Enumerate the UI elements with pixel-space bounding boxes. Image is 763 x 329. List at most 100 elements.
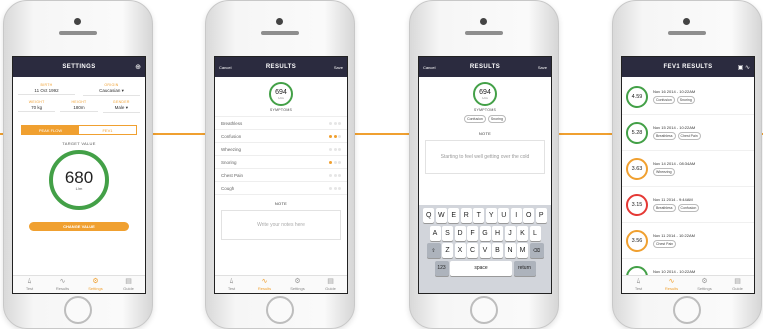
tab-results[interactable]: ∿ Results: [46, 276, 79, 293]
symptom-row[interactable]: Chest Pain: [215, 169, 347, 182]
symptom-row[interactable]: Wheezing: [215, 143, 347, 156]
key-w[interactable]: W: [435, 208, 447, 223]
save-button[interactable]: Save: [321, 65, 343, 70]
severity-dot: [329, 186, 332, 190]
key-g[interactable]: G: [479, 225, 491, 241]
tab-test[interactable]: ﾑ Test: [215, 276, 248, 293]
key-j[interactable]: J: [504, 225, 516, 241]
key-b[interactable]: B: [492, 243, 503, 258]
tab-guide[interactable]: ▤ Guide: [314, 276, 347, 293]
phone-results-keyboard: Cancel RESULTS Save 694 L/m SYMPTOMS Con…: [409, 0, 559, 329]
key-t[interactable]: T: [473, 208, 485, 223]
severity-dot: [333, 186, 337, 190]
tab-settings[interactable]: ⚙ Settings: [688, 276, 721, 293]
change-value-button[interactable]: CHANGE VALUE: [29, 222, 129, 231]
symptom-name: Cough: [221, 185, 235, 191]
severity-dots[interactable]: [329, 121, 341, 125]
segment-fev1[interactable]: FEV1: [79, 126, 136, 134]
severity-dots[interactable]: [329, 147, 341, 151]
symptom-chip[interactable]: Snoring: [487, 115, 506, 123]
symptom-chip: Confusion: [653, 96, 675, 104]
note-label: NOTE: [478, 131, 492, 136]
origin-field[interactable]: ORIGIN Caucasian ▾: [83, 83, 140, 96]
tab-results[interactable]: ∿ Results: [655, 276, 688, 293]
mode-segmented-control: PEAK FLOW FEV1: [21, 125, 137, 135]
symptom-chip: Breathless: [653, 132, 676, 140]
tab-test[interactable]: ﾑ Test: [13, 276, 46, 293]
key-u[interactable]: U: [498, 208, 510, 223]
fev1-value-ring: 3.15: [626, 193, 648, 216]
gender-field[interactable]: GENDER Male ▾: [102, 100, 140, 113]
key-i[interactable]: I: [510, 208, 522, 223]
tab-bar: ﾑ Test ∿ Results ⚙ Settings ▤ Guide: [622, 275, 754, 293]
symptom-row[interactable]: Cough: [215, 182, 347, 195]
key-y[interactable]: Y: [485, 208, 497, 223]
tab-guide[interactable]: ▤ Guide: [721, 276, 754, 293]
tab-settings[interactable]: ⚙ Settings: [79, 276, 112, 293]
severity-dots[interactable]: [329, 186, 341, 190]
key-z[interactable]: Z: [442, 243, 453, 258]
key-k[interactable]: K: [517, 225, 528, 241]
severity-dots[interactable]: [329, 160, 341, 164]
key-123[interactable]: 123: [434, 260, 449, 276]
key-f[interactable]: F: [467, 225, 478, 241]
key-d[interactable]: D: [454, 225, 466, 241]
symptom-chip[interactable]: Confusion: [464, 115, 486, 123]
key-space[interactable]: space: [450, 260, 512, 276]
save-button[interactable]: Save: [525, 65, 547, 70]
key-s[interactable]: S: [442, 225, 453, 241]
lungs-icon: ﾑ: [636, 278, 641, 285]
logout-icon[interactable]: ⊕: [119, 63, 141, 71]
severity-dots[interactable]: [329, 173, 341, 177]
key-r[interactable]: R: [460, 208, 472, 223]
export-icon[interactable]: ▣: [738, 65, 744, 71]
tab-results[interactable]: ∿ Results: [248, 276, 281, 293]
fev1-result-row[interactable]: 3.15 Nov 11 2014 - 9:44AM Breathless Confus…: [622, 187, 754, 223]
key-h[interactable]: H: [492, 225, 503, 241]
key-return[interactable]: return: [513, 260, 536, 276]
key-v[interactable]: V: [479, 243, 491, 258]
symptom-row[interactable]: Confusion: [215, 130, 347, 143]
fev1-result-row[interactable]: 4.59 Nov 16 2014 - 10:22AM Confusion Snorin…: [622, 79, 754, 115]
tab-test[interactable]: ﾑ Test: [622, 276, 655, 293]
key-n[interactable]: N: [504, 243, 516, 258]
trend-icon[interactable]: ∿: [745, 65, 750, 71]
key-q[interactable]: Q: [423, 208, 435, 223]
shift-key-icon[interactable]: ⇧: [426, 243, 441, 258]
key-x[interactable]: X: [454, 243, 466, 258]
symptom-row[interactable]: Breathless: [215, 117, 347, 130]
severity-dots[interactable]: [329, 134, 341, 138]
key-c[interactable]: C: [467, 243, 478, 258]
cancel-button[interactable]: Cancel: [219, 65, 241, 70]
tab-settings[interactable]: ⚙ Settings: [281, 276, 314, 293]
note-input[interactable]: Write your notes here: [221, 210, 341, 240]
fev1-date: Nov 10 2014 - 10:22AM: [653, 269, 696, 274]
result-gauge: 694 L/m: [473, 82, 497, 106]
backspace-key-icon[interactable]: ⌫: [529, 243, 544, 258]
symptom-row[interactable]: Snoring: [215, 156, 347, 169]
severity-dot: [329, 147, 332, 151]
tab-guide[interactable]: ▤ Guide: [112, 276, 145, 293]
key-p[interactable]: P: [535, 208, 547, 223]
weight-field[interactable]: WEIGHT 70 kg: [18, 100, 56, 113]
fev1-result-row[interactable]: 3.63 Nov 14 2014 - 08:34AM Wheezing: [622, 151, 754, 187]
birth-field[interactable]: BIRTH 11 Oct 1992: [18, 83, 75, 96]
height-field[interactable]: HEIGHT 180m: [60, 100, 98, 113]
key-e[interactable]: E: [448, 208, 460, 223]
key-o[interactable]: O: [523, 208, 535, 223]
gear-icon: ⚙: [701, 278, 708, 285]
cancel-button[interactable]: Cancel: [423, 65, 445, 70]
key-l[interactable]: L: [529, 225, 541, 241]
fev1-result-row[interactable]: 3.56 Nov 11 2014 - 10:22AM Chest Pain: [622, 223, 754, 259]
key-m[interactable]: M: [517, 243, 528, 258]
fev1-result-row[interactable]: 5.28 Nov 15 2014 - 10:22AM Breathless Chest…: [622, 115, 754, 151]
note-label: NOTE: [274, 201, 288, 206]
key-a[interactable]: A: [429, 225, 441, 241]
symptoms-label: SYMPTOMS: [269, 108, 293, 112]
chevron-down-icon: ▾: [121, 88, 124, 93]
segment-peak-flow[interactable]: PEAK FLOW: [22, 126, 79, 134]
severity-dot: [338, 160, 341, 164]
gear-icon: ⚙: [294, 278, 301, 285]
symptom-chips: Breathless Chest Pain: [653, 132, 750, 140]
note-input[interactable]: Starting to feel well getting over the c…: [425, 140, 545, 174]
